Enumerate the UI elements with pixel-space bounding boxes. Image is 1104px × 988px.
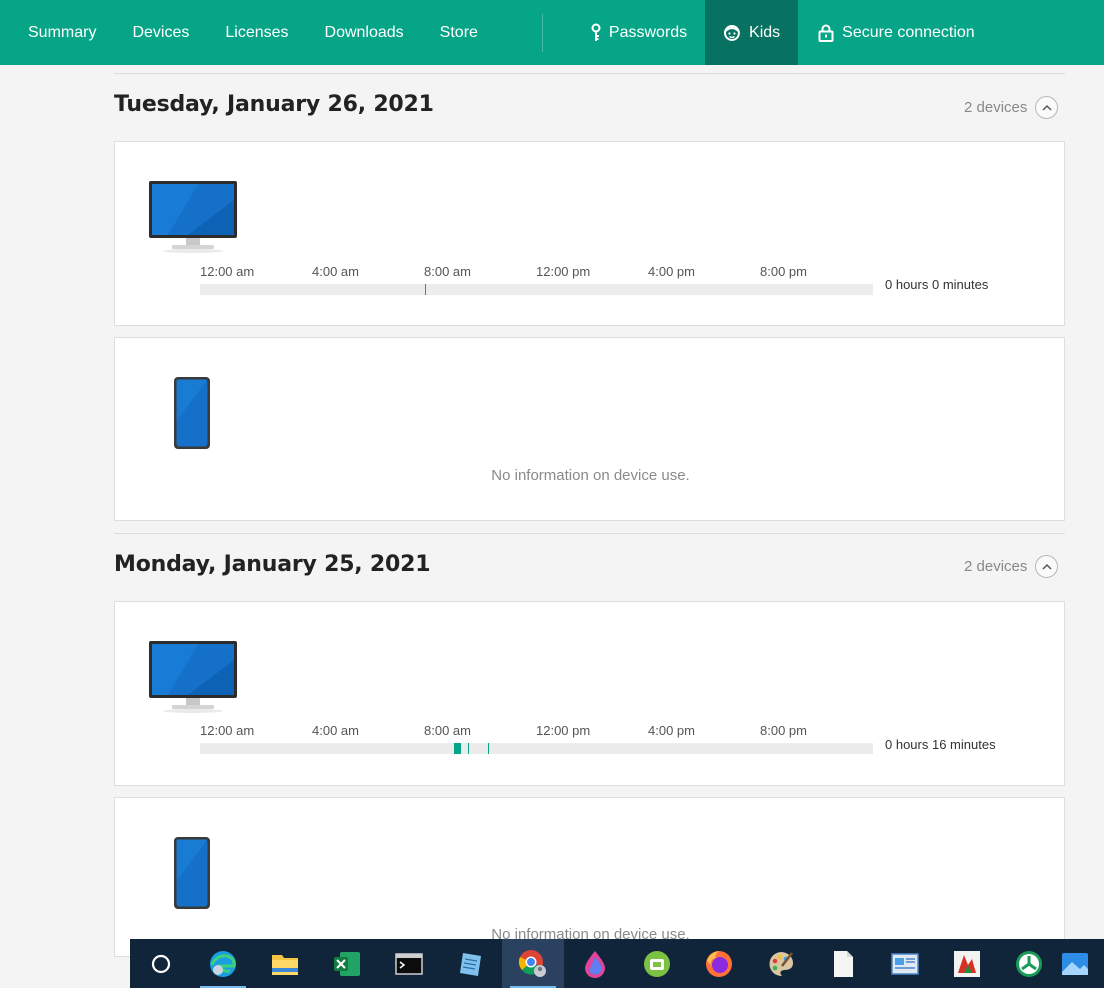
lock-icon [818, 24, 834, 42]
device-count-label: 2 devices [964, 99, 1028, 116]
nav-store-label: Store [439, 23, 478, 41]
nav-summary[interactable]: Summary [0, 0, 114, 65]
usage-total: 0 hours 16 minutes [885, 737, 996, 752]
android-icon[interactable] [626, 939, 688, 988]
nav-kids[interactable]: Kids [705, 0, 799, 65]
device-count: 2 devices [964, 555, 1059, 578]
nav-devices[interactable]: Devices [114, 0, 207, 65]
device-card-phone: No information on device use. [114, 797, 1065, 957]
tick-label: 12:00 pm [536, 723, 591, 738]
usage-bar [200, 743, 873, 754]
nav-secure-connection[interactable]: Secure connection [798, 0, 993, 65]
nav-summary-label: Summary [28, 23, 97, 41]
nav-devices-label: Devices [132, 23, 190, 41]
firefox-icon[interactable] [688, 939, 750, 988]
usage-segment [488, 743, 489, 754]
nav-kids-label: Kids [749, 23, 781, 41]
phone-icon [174, 377, 210, 449]
device-card-computer: 12:00 am 4:00 am 8:00 am 12:00 pm 4:00 p… [114, 141, 1065, 326]
terminal-icon[interactable] [378, 939, 440, 988]
nav-secure-label: Secure connection [842, 23, 975, 41]
paint-palette-icon[interactable] [750, 939, 812, 988]
usage-segment [454, 743, 461, 754]
tick-label: 4:00 pm [648, 264, 695, 279]
collapse-button[interactable] [1035, 96, 1059, 119]
section-divider [114, 533, 1065, 534]
cortana-icon[interactable] [130, 939, 192, 988]
nav-passwords[interactable]: Passwords [571, 0, 705, 65]
day-heading: Monday, January 25, 2021 [114, 552, 431, 577]
no-info-message: No information on device use. [491, 467, 690, 484]
phone-icon [174, 837, 210, 909]
mail-icon[interactable] [936, 939, 998, 988]
top-navigation: Summary Devices Licenses Downloads Store… [0, 0, 1104, 65]
device-count: 2 devices [964, 96, 1059, 119]
tick-label: 12:00 am [200, 264, 255, 279]
chevron-up-icon [1042, 104, 1052, 111]
collapse-button[interactable] [1035, 555, 1059, 578]
monitor-icon [149, 181, 237, 253]
tick-label: 4:00 am [312, 723, 359, 738]
section-divider [114, 73, 1065, 74]
paint-drop-icon[interactable] [564, 939, 626, 988]
nav-store[interactable]: Store [422, 0, 496, 65]
chevron-up-icon [1042, 563, 1052, 570]
usage-timeline: 12:00 am 4:00 am 8:00 am 12:00 pm 4:00 p… [200, 723, 873, 754]
file-explorer-icon[interactable] [254, 939, 316, 988]
recycle-icon[interactable] [998, 939, 1060, 988]
usage-segment [468, 743, 469, 754]
nav-licenses-label: Licenses [225, 23, 289, 41]
control-panel-icon[interactable] [874, 939, 936, 988]
tick-label: 12:00 pm [536, 264, 591, 279]
kids-face-icon [724, 24, 741, 41]
usage-bar [200, 284, 873, 295]
device-card-computer: 12:00 am 4:00 am 8:00 am 12:00 pm 4:00 p… [114, 601, 1065, 786]
time-axis: 12:00 am 4:00 am 8:00 am 12:00 pm 4:00 p… [200, 264, 873, 280]
blank-document-icon[interactable] [812, 939, 874, 988]
tick-label: 8:00 am [424, 264, 471, 279]
key-icon [591, 23, 601, 41]
monitor-icon [149, 641, 237, 713]
tick-label: 12:00 am [200, 723, 255, 738]
tick-label: 4:00 am [312, 264, 359, 279]
tick-label: 4:00 pm [648, 723, 695, 738]
nav-licenses[interactable]: Licenses [207, 0, 306, 65]
device-card-phone: No information on device use. [114, 337, 1065, 521]
tick-label: 8:00 pm [760, 264, 807, 279]
edge-icon[interactable] [192, 939, 254, 988]
nav-downloads-label: Downloads [324, 23, 404, 41]
tick-label: 8:00 am [424, 723, 471, 738]
chrome-icon[interactable] [502, 939, 564, 988]
nav-passwords-label: Passwords [608, 23, 688, 41]
photos-icon[interactable] [1060, 939, 1090, 988]
tick-label: 8:00 pm [760, 723, 807, 738]
usage-timeline: 12:00 am 4:00 am 8:00 am 12:00 pm 4:00 p… [200, 264, 873, 295]
usage-segment [425, 284, 426, 295]
nav-downloads[interactable]: Downloads [307, 0, 422, 65]
windows-taskbar [130, 939, 1104, 988]
device-count-label: 2 devices [964, 558, 1028, 575]
usage-total: 0 hours 0 minutes [885, 277, 989, 292]
day-heading: Tuesday, January 26, 2021 [114, 92, 434, 117]
time-axis: 12:00 am 4:00 am 8:00 am 12:00 pm 4:00 p… [200, 723, 873, 739]
notepad-icon[interactable] [440, 939, 502, 988]
excel-icon[interactable] [316, 939, 378, 988]
